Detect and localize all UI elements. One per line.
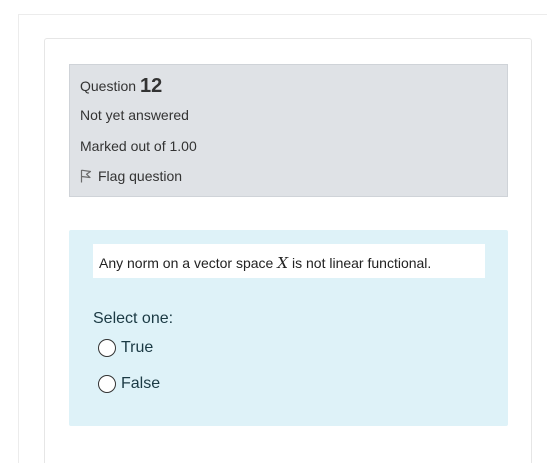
option-true-label: True bbox=[121, 339, 154, 356]
question-number-value: 12 bbox=[140, 75, 163, 97]
question-variable: X bbox=[277, 254, 288, 272]
question-state: Not yet answered bbox=[80, 107, 189, 123]
radio-true[interactable] bbox=[98, 339, 116, 357]
question-content-panel: Any norm on a vector space Xis not linear… bbox=[69, 230, 508, 426]
option-false[interactable]: False bbox=[98, 375, 160, 393]
question-text-after: is not linear functional. bbox=[292, 255, 432, 271]
question-text-before: Any norm on a vector space bbox=[99, 255, 274, 271]
question-text: Any norm on a vector space Xis not linear… bbox=[93, 244, 485, 278]
select-one-prompt: Select one: bbox=[93, 310, 174, 327]
option-true[interactable]: True bbox=[98, 339, 153, 357]
option-false-label: False bbox=[121, 375, 161, 392]
flag-question-link[interactable]: Flag question bbox=[80, 168, 182, 184]
question-label: Question bbox=[80, 78, 137, 94]
question-number: Question 12 bbox=[80, 75, 162, 98]
question-info-panel: Question 12 Not yet answered Marked out o… bbox=[69, 64, 508, 197]
question-grade: Marked out of 1.00 bbox=[80, 138, 197, 154]
flag-icon bbox=[80, 169, 92, 183]
radio-false[interactable] bbox=[98, 375, 116, 393]
flag-question-label: Flag question bbox=[98, 168, 183, 184]
